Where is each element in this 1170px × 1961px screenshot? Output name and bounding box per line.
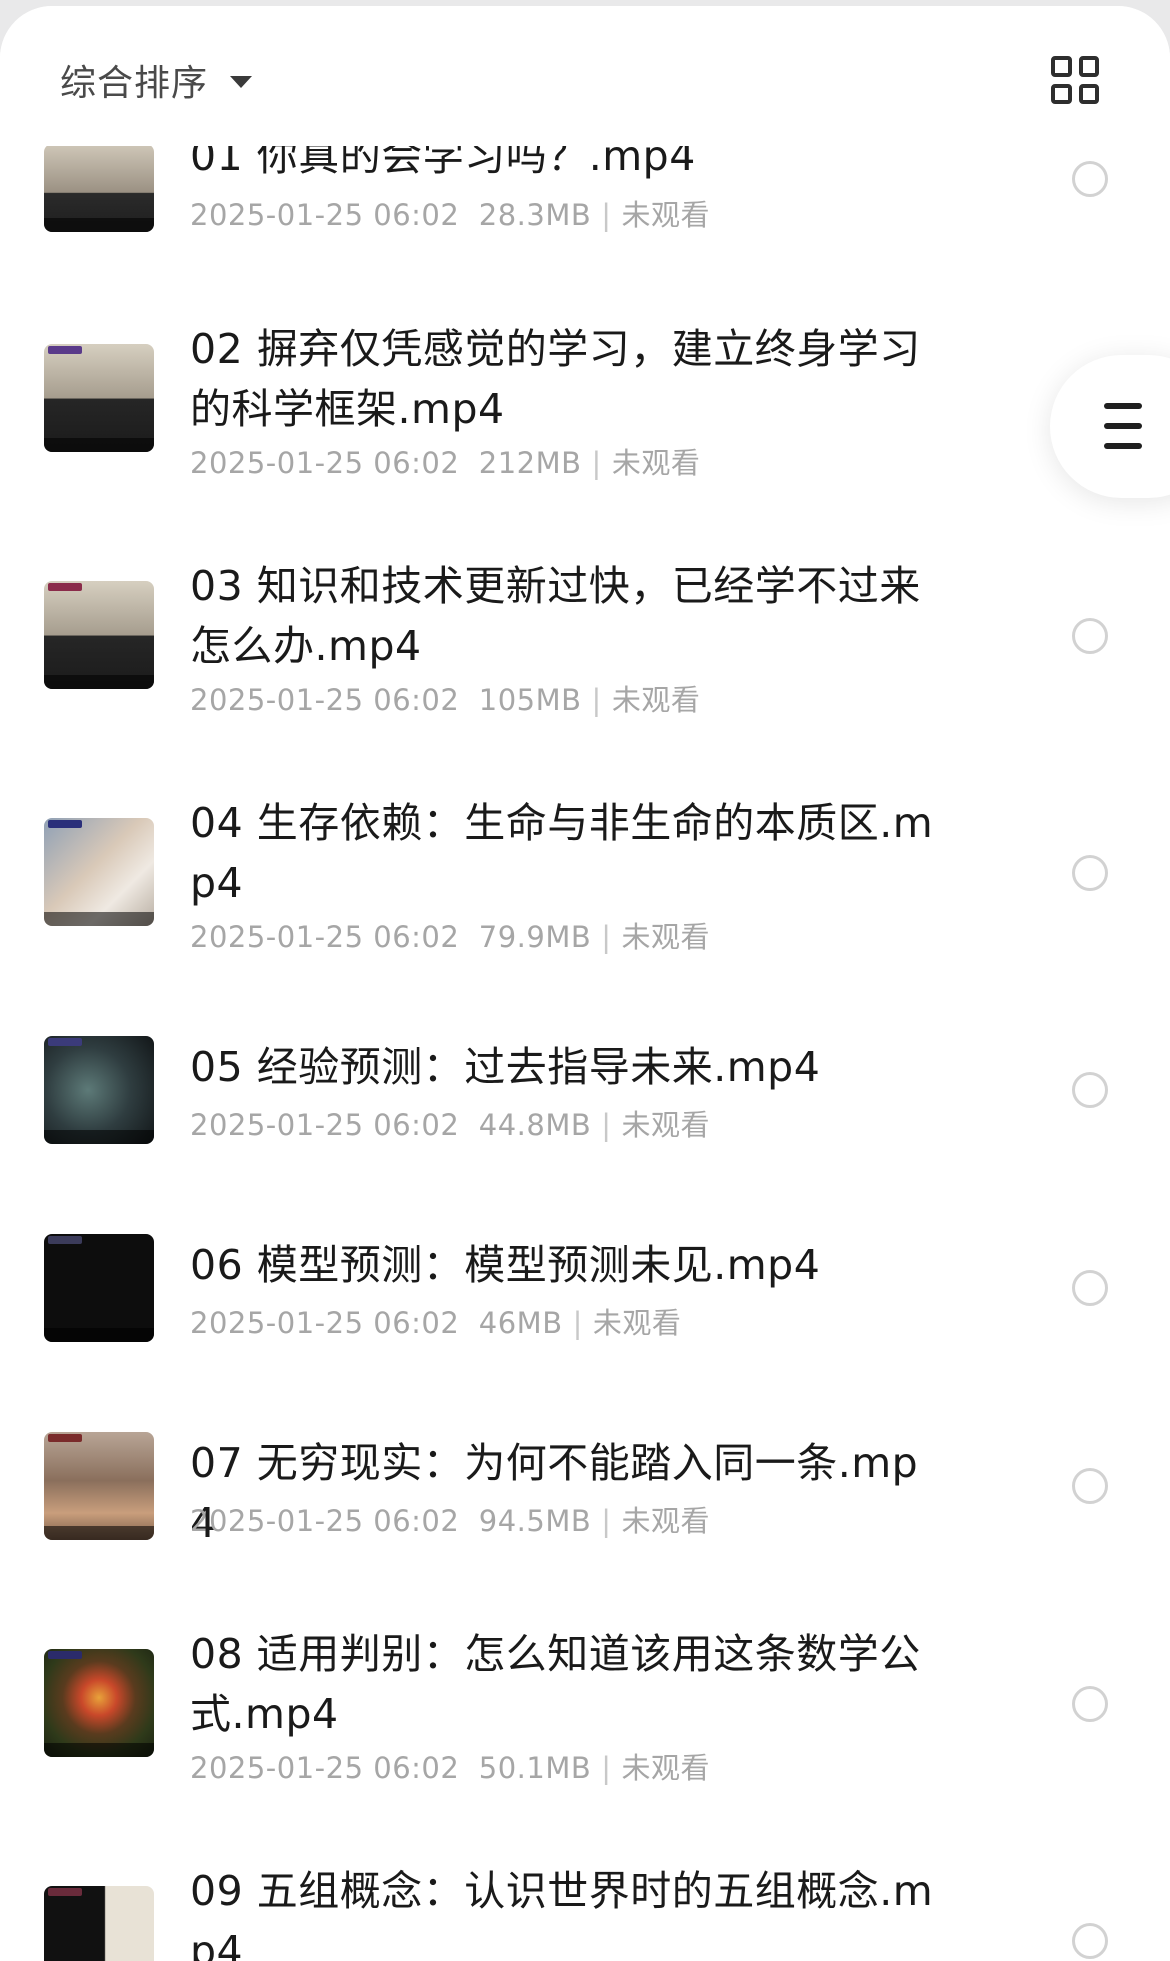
select-radio[interactable]: [1072, 1686, 1108, 1722]
file-meta: 2025-01-25 06:02 105MB | 未观看: [190, 683, 701, 717]
file-date: 2025-01-25 06:02: [190, 198, 460, 232]
watch-status: 未观看: [621, 1504, 711, 1538]
list-header: 综合排序: [0, 6, 1170, 146]
video-thumbnail: [44, 818, 154, 926]
file-date: 2025-01-25 06:02: [190, 446, 460, 480]
file-size: 50.1MB: [478, 1751, 592, 1785]
watch-status: 未观看: [621, 198, 711, 232]
file-title: 02 摒弃仅凭感觉的学习，建立终身学习的科学框架.mp4: [190, 325, 921, 433]
video-thumbnail: [44, 1432, 154, 1540]
file-size: 44.8MB: [478, 1108, 592, 1142]
video-thumbnail: [44, 1234, 154, 1342]
grid-view-icon[interactable]: [1051, 56, 1099, 104]
file-size: 28.3MB: [478, 198, 592, 232]
file-meta: 2025-01-25 06:02 94.5MB | 未观看: [190, 1504, 711, 1538]
file-size: 105MB: [478, 683, 582, 717]
file-size: 79.9MB: [478, 920, 592, 954]
sort-dropdown[interactable]: 综合排序: [60, 52, 253, 108]
video-thumbnail: [44, 1649, 154, 1757]
video-thumbnail: [44, 581, 154, 689]
select-radio[interactable]: [1072, 855, 1108, 891]
file-meta: 2025-01-25 06:02 46MB | 未观看: [190, 1306, 682, 1340]
file-date: 2025-01-25 06:02: [190, 1504, 460, 1538]
watch-status: 未观看: [611, 683, 701, 717]
file-date: 2025-01-25 06:02: [190, 920, 460, 954]
file-title: 04 生存依赖：生命与非生命的本质区.mp4: [190, 799, 934, 907]
select-radio[interactable]: [1072, 161, 1108, 197]
video-file-list: 01 你真的会学习吗？.mp4 2025-01-25 06:02 28.3MB |…: [0, 6, 1170, 1961]
file-meta: 2025-01-25 06:02 79.9MB | 未观看: [190, 920, 711, 954]
video-thumbnail: [44, 1886, 154, 1961]
watch-status: 未观看: [621, 1751, 711, 1785]
sort-label: 综合排序: [60, 63, 209, 104]
select-radio[interactable]: [1072, 1270, 1108, 1306]
file-date: 2025-01-25 06:02: [190, 683, 460, 717]
file-title: 09 五组概念：认识世界时的五组概念.mp4: [190, 1867, 934, 1961]
file-meta: 2025-01-25 06:02 28.3MB | 未观看: [190, 198, 711, 232]
file-title: 03 知识和技术更新过快，已经学不过来怎么办.mp4: [190, 562, 921, 670]
file-list-sheet: 01 你真的会学习吗？.mp4 2025-01-25 06:02 28.3MB |…: [0, 6, 1170, 1961]
video-thumbnail: [44, 1036, 154, 1144]
file-meta: 2025-01-25 06:02 212MB | 未观看: [190, 446, 701, 480]
file-date: 2025-01-25 06:02: [190, 1751, 460, 1785]
watch-status: 未观看: [611, 446, 701, 480]
file-size: 46MB: [478, 1306, 563, 1340]
caret-down-icon: [230, 76, 253, 88]
select-radio[interactable]: [1072, 1923, 1108, 1959]
watch-status: 未观看: [621, 920, 711, 954]
file-date: 2025-01-25 06:02: [190, 1306, 460, 1340]
watch-status: 未观看: [621, 1108, 711, 1142]
select-radio[interactable]: [1072, 618, 1108, 654]
file-date: 2025-01-25 06:02: [190, 1108, 460, 1142]
file-title: 06 模型预测：模型预测未见.mp4: [190, 1241, 821, 1289]
file-title: 05 经验预测：过去指导未来.mp4: [190, 1043, 821, 1091]
file-size: 212MB: [478, 446, 582, 480]
file-size: 94.5MB: [478, 1504, 592, 1538]
file-title: 08 适用判别：怎么知道该用这条数学公式.mp4: [190, 1630, 921, 1738]
select-radio[interactable]: [1072, 1072, 1108, 1108]
file-meta: 2025-01-25 06:02 50.1MB | 未观看: [190, 1751, 711, 1785]
video-thumbnail: [44, 344, 154, 452]
select-radio[interactable]: [1072, 1468, 1108, 1504]
file-meta: 2025-01-25 06:02 44.8MB | 未观看: [190, 1108, 711, 1142]
watch-status: 未观看: [592, 1306, 682, 1340]
video-thumbnail: [44, 144, 154, 232]
